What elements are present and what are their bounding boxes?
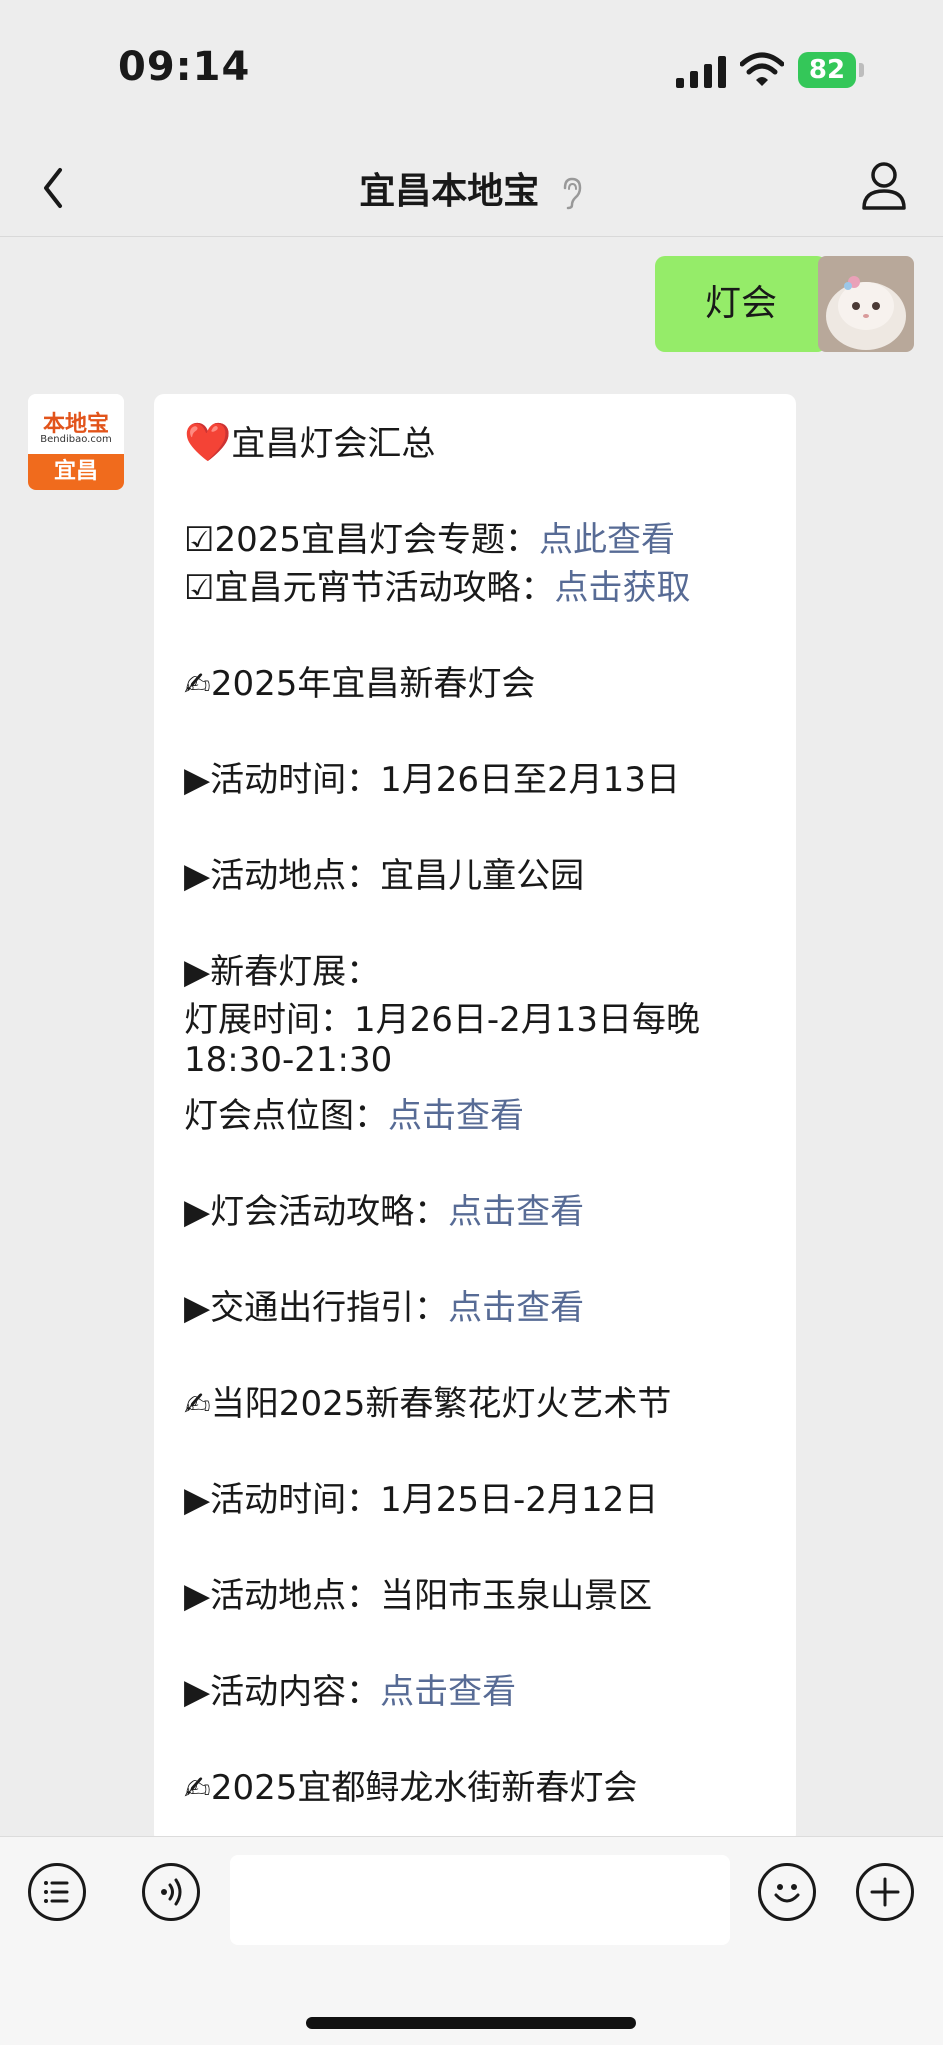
message-line: 灯会点位图：点击查看 [184, 1096, 524, 1136]
message-line: ▶灯会活动攻略：点击查看 [184, 1192, 585, 1232]
checkbox-icon: ☑ [184, 568, 215, 608]
logo-city: 宜昌 [28, 454, 124, 490]
logo-domain: Bendibao.com [40, 434, 112, 445]
list-icon [44, 1881, 69, 1903]
heart-icon: ❤️ [184, 420, 232, 464]
section-heading: ✍2025年宜昌新春灯会 [184, 664, 536, 704]
message-line: 灯展时间：1月26日-2月13日每晚 [184, 1000, 701, 1040]
status-bar: 09:14 82 [0, 0, 943, 140]
voice-button[interactable] [142, 1863, 200, 1921]
message-line: ▶新春灯展： [184, 952, 381, 992]
triangle-bullet-icon: ▶ [184, 760, 211, 800]
voice-icon [161, 1878, 182, 1906]
writing-hand-icon: ✍ [184, 1385, 211, 1423]
message-line: ▶活动地点：宜昌儿童公园 [184, 856, 585, 896]
triangle-bullet-icon: ▶ [184, 1480, 211, 1520]
triangle-bullet-icon: ▶ [184, 1288, 211, 1328]
incoming-message-bubble: ❤️宜昌灯会汇总 ☑2025宜昌灯会专题：点此查看 ☑宜昌元宵节活动攻略：点击获… [154, 394, 796, 1844]
triangle-bullet-icon: ▶ [184, 1672, 211, 1712]
battery-indicator: 82 [798, 52, 866, 88]
chat-title-row: 宜昌本地宝 [0, 162, 943, 214]
message-line: ▶交通出行指引：点击查看 [184, 1288, 585, 1328]
list-menu-button[interactable] [28, 1863, 86, 1921]
message-line: ☑宜昌元宵节活动攻略：点击获取 [184, 568, 691, 608]
message-line: ☑2025宜昌灯会专题：点此查看 [184, 520, 676, 560]
nav-bar: 宜昌本地宝 [0, 140, 943, 237]
message-line: ▶活动时间：1月25日-2月12日 [184, 1480, 659, 1520]
cat-avatar-icon [818, 256, 914, 352]
section-heading: ✍当阳2025新春繁花灯火艺术节 [184, 1384, 672, 1424]
battery-tip [859, 63, 864, 77]
triangle-bullet-icon: ▶ [184, 856, 211, 896]
ear-icon [563, 177, 582, 210]
message-line: 18:30-21:30 [184, 1040, 393, 1080]
traffic-guide-link[interactable]: 点击查看 [448, 1288, 584, 1328]
battery-level: 82 [798, 52, 856, 88]
lantern-map-link[interactable]: 点击查看 [388, 1096, 524, 1136]
plus-icon [870, 1877, 900, 1907]
emoji-icon [774, 1884, 800, 1903]
bot-avatar[interactable]: 本地宝 Bendibao.com 宜昌 [28, 394, 124, 490]
status-time: 09:14 [118, 44, 251, 90]
message-line: ▶活动时间：1月26日至2月13日 [184, 760, 680, 800]
writing-hand-icon: ✍ [184, 665, 211, 703]
triangle-bullet-icon: ▶ [184, 1192, 211, 1232]
lantern-festival-guide-link[interactable]: 点击获取 [554, 568, 690, 608]
message-line: ▶活动内容：点击查看 [184, 1672, 517, 1712]
outgoing-message-bubble[interactable]: 灯会 [655, 256, 841, 352]
emoji-button[interactable] [758, 1863, 816, 1921]
lantern-topic-link[interactable]: 点此查看 [539, 520, 675, 560]
checkbox-icon: ☑ [184, 520, 215, 560]
message-input[interactable] [230, 1855, 730, 1945]
input-bar [0, 1836, 943, 2045]
cellular-signal-icon [676, 56, 726, 88]
wifi-icon [740, 52, 784, 86]
chat-title: 宜昌本地宝 [359, 171, 540, 212]
triangle-bullet-icon: ▶ [184, 952, 211, 992]
section-heading: ✍2025宜都鲟龙水街新春灯会 [184, 1768, 638, 1808]
message-line: ▶活动地点：当阳市玉泉山景区 [184, 1576, 653, 1616]
profile-icon[interactable] [859, 158, 909, 214]
writing-hand-icon: ✍ [184, 1769, 211, 1807]
more-options-button[interactable] [856, 1863, 914, 1921]
user-avatar[interactable] [818, 256, 914, 352]
triangle-bullet-icon: ▶ [184, 1576, 211, 1616]
message-line: ❤️宜昌灯会汇总 [184, 420, 436, 464]
home-indicator [306, 2017, 636, 2029]
activity-content-link[interactable]: 点击查看 [380, 1672, 516, 1712]
activity-guide-link[interactable]: 点击查看 [448, 1192, 584, 1232]
